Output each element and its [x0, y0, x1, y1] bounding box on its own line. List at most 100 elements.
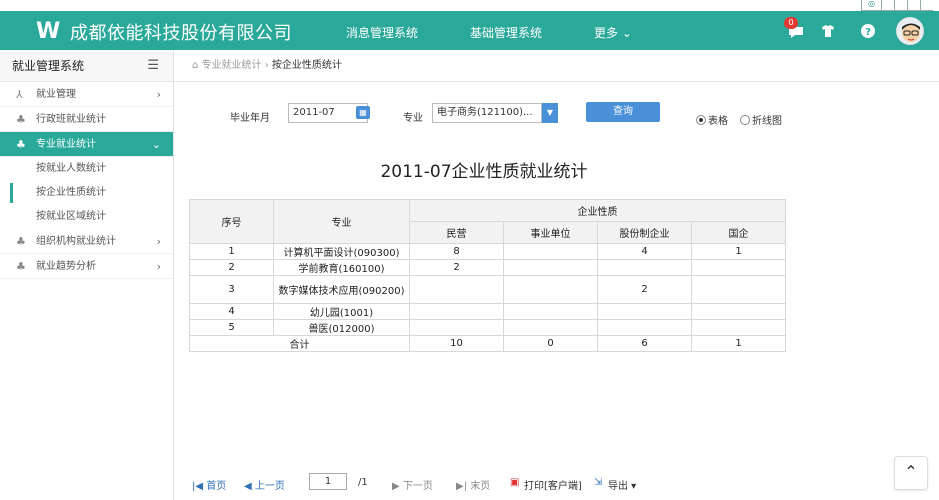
- sidebar-title: 就业管理系统: [12, 59, 85, 73]
- chevron-right-icon: ›: [156, 260, 161, 273]
- message-badge: 0: [784, 17, 798, 29]
- radio-table-label: 表格: [708, 116, 728, 127]
- breadcrumb-parent[interactable]: 专业就业统计: [202, 60, 262, 71]
- util-tab-5[interactable]: ​: [920, 0, 933, 11]
- select-arrow-icon[interactable]: ▼: [542, 103, 558, 123]
- home-icon[interactable]: ⌂: [192, 60, 198, 71]
- header-col: 国企: [691, 221, 786, 244]
- header-col: 股份制企业: [597, 221, 692, 244]
- sidebar-item-label: 行政班就业统计: [36, 114, 106, 125]
- sidebar-item-label: 专业就业统计: [36, 139, 96, 150]
- cell-value: [691, 319, 786, 336]
- org-chart-icon: ♣: [16, 235, 26, 248]
- cell-major: 数字媒体技术应用(090200): [273, 275, 410, 304]
- export-button[interactable]: 导出 ▾: [608, 477, 636, 492]
- major-label: 专业: [403, 113, 423, 124]
- cell-total: 6: [597, 335, 692, 352]
- header-major: 专业: [273, 199, 410, 244]
- cell-value: [409, 303, 504, 320]
- last-page-button[interactable]: ▶| 末页: [456, 477, 490, 492]
- sidebar-item-org-stats[interactable]: ♣ 组织机构就业统计 ›: [0, 229, 173, 254]
- shirt-icon[interactable]: [818, 21, 838, 41]
- table-row: 5 兽医(012000): [189, 319, 786, 336]
- header-col: 民营: [409, 221, 504, 244]
- cell-value: [409, 319, 504, 336]
- breadcrumb-separator: ›: [264, 60, 269, 71]
- cell-index: 4: [189, 303, 274, 320]
- first-page-button[interactable]: |◀ 首页: [192, 477, 226, 492]
- company-name: 成都依能科技股份有限公司: [70, 23, 292, 44]
- radio-table[interactable]: 表格: [696, 112, 728, 127]
- menu-toggle-icon[interactable]: ☰: [147, 50, 159, 82]
- sidebar-sub-by-enterprise-type[interactable]: 按企业性质统计: [0, 181, 173, 205]
- sidebar: 就业管理系统 ☰ ⅄ 就业管理 › ♣ 行政班就业统计 ♣ 专业就业统计 ⌄ 按…: [0, 50, 174, 500]
- cell-value: 2: [597, 275, 692, 304]
- cell-value: [503, 259, 598, 276]
- user-avatar[interactable]: [896, 17, 924, 45]
- scroll-top-button[interactable]: ⌃: [894, 456, 928, 490]
- org-chart-icon: ♣: [16, 113, 26, 126]
- util-tab-3[interactable]: ​: [894, 0, 907, 11]
- radio-dot-selected: [696, 115, 706, 125]
- page-input[interactable]: 1: [309, 473, 347, 490]
- util-tab-2[interactable]: ​: [881, 0, 894, 11]
- cell-value: [503, 303, 598, 320]
- cell-major: 幼儿园(1001): [273, 303, 410, 320]
- cell-value: 1: [691, 243, 786, 260]
- cell-total-label: 合计: [189, 335, 410, 352]
- sidebar-item-label: 就业管理: [36, 89, 76, 100]
- query-button[interactable]: 查询: [586, 102, 660, 122]
- cell-value: 8: [409, 243, 504, 260]
- print-icon[interactable]: ▣: [510, 477, 519, 488]
- sidebar-sub-by-region[interactable]: 按就业区域统计: [0, 205, 173, 229]
- print-client-button[interactable]: 打印[客户端]: [524, 477, 582, 492]
- pager: |◀ 首页 ◀ 上一页 1 /1 ▶ 下一页 ▶| 末页 ▣ 打印[客户端] ⇲…: [174, 470, 939, 496]
- cell-value: [503, 243, 598, 260]
- sidebar-item-class-stats[interactable]: ♣ 行政班就业统计: [0, 107, 173, 132]
- nav-message-system[interactable]: 消息管理系统: [346, 24, 418, 41]
- cell-value: [597, 303, 692, 320]
- cell-major: 兽医(012000): [273, 319, 410, 336]
- sidebar-item-label: 就业趋势分析: [36, 261, 96, 272]
- broom-icon: ⅄: [16, 88, 23, 101]
- util-tab-1[interactable]: ​◎: [861, 0, 881, 11]
- cell-total: 0: [503, 335, 598, 352]
- export-icon[interactable]: ⇲: [594, 477, 602, 488]
- calendar-icon[interactable]: ▦: [356, 106, 370, 119]
- radio-line-chart[interactable]: 折线图: [740, 112, 782, 127]
- prev-page-button[interactable]: ◀ 上一页: [244, 477, 285, 492]
- nav-base-system[interactable]: 基础管理系统: [470, 24, 542, 41]
- nav-more-dropdown[interactable]: 更多 ⌄: [594, 24, 632, 41]
- header: W 成都依能科技股份有限公司 消息管理系统 基础管理系统 更多 ⌄ 0 ?: [0, 11, 939, 50]
- radio-line-label: 折线图: [752, 116, 782, 127]
- help-icon[interactable]: ?: [858, 21, 878, 41]
- next-page-button[interactable]: ▶ 下一页: [392, 477, 433, 492]
- sidebar-sub-by-count[interactable]: 按就业人数统计: [0, 157, 173, 181]
- breadcrumb: ⌂ 专业就业统计 › 按企业性质统计: [174, 50, 939, 82]
- cell-value: 4: [597, 243, 692, 260]
- page-total: /1: [358, 477, 368, 488]
- cell-major: 计算机平面设计(090300): [273, 243, 410, 260]
- sidebar-item-major-stats[interactable]: ♣ 专业就业统计 ⌄: [0, 132, 173, 157]
- cell-index: 3: [189, 275, 274, 304]
- cell-major: 学前教育(160100): [273, 259, 410, 276]
- utility-strip: ​◎ ​ ​ ​ ​: [0, 0, 939, 11]
- sidebar-item-trend[interactable]: ♣ 就业趋势分析 ›: [0, 254, 173, 279]
- logo: W: [36, 19, 61, 44]
- major-select[interactable]: 电子商务(121100)...: [432, 103, 542, 123]
- svg-text:?: ?: [865, 27, 871, 38]
- radio-dot: [740, 115, 750, 125]
- table-total-row: 合计 10 0 6 1: [189, 335, 786, 352]
- chevron-right-icon: ›: [156, 235, 161, 248]
- cell-total: 1: [691, 335, 786, 352]
- util-tab-4[interactable]: ​: [907, 0, 920, 11]
- cell-value: [503, 275, 598, 304]
- org-chart-icon: ♣: [16, 138, 26, 151]
- table-row: 2 学前教育(160100) 2: [189, 259, 786, 276]
- cell-total: 10: [409, 335, 504, 352]
- filter-bar: 毕业年月 2011-07 ▦ 专业 电子商务(121100)... ▼ 查询 表…: [174, 82, 939, 142]
- cell-value: [409, 275, 504, 304]
- breadcrumb-current: 按企业性质统计: [271, 60, 342, 71]
- sidebar-item-employment[interactable]: ⅄ 就业管理 ›: [0, 82, 173, 107]
- table-row: 3 数字媒体技术应用(090200) 2: [189, 275, 786, 304]
